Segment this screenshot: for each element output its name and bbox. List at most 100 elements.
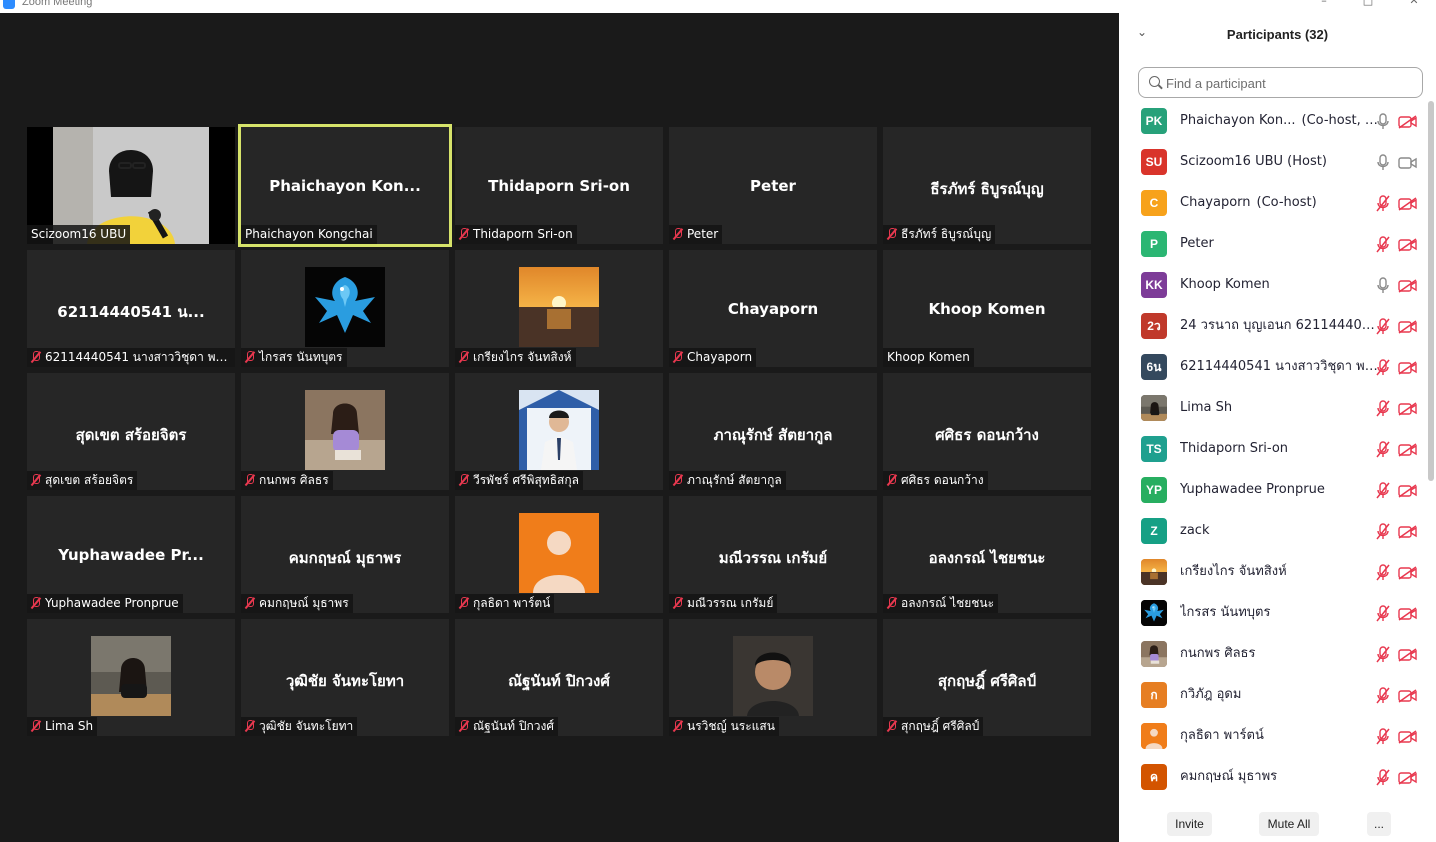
invite-button[interactable]: Invite [1167, 812, 1212, 836]
camera-off-icon[interactable] [1398, 729, 1417, 744]
microphone-muted-icon[interactable] [1376, 687, 1390, 704]
video-tile[interactable]: กุลธิดา พาร์ตน์ [455, 496, 663, 613]
camera-off-icon[interactable] [1398, 524, 1417, 539]
camera-off-icon[interactable] [1398, 196, 1417, 211]
camera-icon[interactable] [1398, 155, 1417, 169]
participant-name: กุลธิดา พาร์ตน์ [1180, 727, 1380, 745]
camera-off-icon[interactable] [1398, 401, 1417, 416]
video-tile[interactable]: เกรียงไกร จันทสิงห์ [455, 250, 663, 367]
mute-all-button[interactable]: Mute All [1259, 812, 1319, 836]
microphone-muted-icon[interactable] [1376, 605, 1390, 622]
video-tile[interactable]: สุดเขต สร้อยจิตร สุดเขต สร้อยจิตร [27, 373, 235, 490]
participant-row[interactable]: กนกพร ศิลธร [1119, 634, 1429, 675]
microphone-muted-icon[interactable] [1376, 359, 1390, 376]
participant-row[interactable]: P Peter [1119, 224, 1429, 265]
camera-off-icon[interactable] [1398, 319, 1417, 334]
mic-muted-icon [673, 597, 683, 609]
microphone-muted-icon[interactable] [1376, 400, 1390, 417]
video-tile[interactable]: Lima Sh [27, 619, 235, 736]
participant-row[interactable]: C Chayaporn (Co-host) [1119, 183, 1429, 224]
participant-row[interactable]: SU Scizoom16 UBU (Host) [1119, 142, 1429, 183]
tile-label-text: สุกฤษฎิ์ ศรีศิลป์ [901, 719, 980, 733]
avatar: ก [1141, 682, 1167, 708]
tile-label-text: Peter [687, 227, 719, 241]
video-tile[interactable]: กนกพร ศิลธร [241, 373, 449, 490]
camera-off-icon[interactable] [1398, 770, 1417, 785]
close-icon[interactable]: ✕ [1407, 0, 1421, 8]
video-tile[interactable]: Yuphawadee Pr... Yuphawadee Pronprue [27, 496, 235, 613]
video-tile[interactable]: Scizoom16 UBU [27, 127, 235, 244]
tile-name-label: Phaichayon Kongchai [241, 225, 377, 244]
video-tile[interactable]: มณีวรรณ เกรัมย์ มณีวรรณ เกรัมย์ [669, 496, 877, 613]
video-tile[interactable]: ไกรสร นันทบุตร [241, 250, 449, 367]
video-tile[interactable]: ณัฐนันท์ ปิกวงศ์ ณัฐนันท์ ปิกวงศ์ [455, 619, 663, 736]
participant-row[interactable]: 2ว 24 วรนาถ บุญเอนก 62114440288 [1119, 306, 1429, 347]
video-tile[interactable]: คมกฤษณ์ มุธาพร คมกฤษณ์ มุธาพร [241, 496, 449, 613]
participant-row[interactable]: ค คมกฤษณ์ มุธาพร [1119, 757, 1429, 798]
video-tile[interactable]: ธีรภัทร์ ธิบูรณ์บุญ ธีรภัทร์ ธิบูรณ์บุญ [883, 127, 1091, 244]
video-tile[interactable]: ศศิธร ดอนกว้าง ศศิธร ดอนกว้าง [883, 373, 1091, 490]
avatar: PK [1141, 108, 1167, 134]
camera-off-icon[interactable] [1398, 442, 1417, 457]
participant-row[interactable]: Zzack [1119, 511, 1429, 552]
microphone-icon[interactable] [1376, 154, 1390, 171]
video-gallery: Scizoom16 UBU Phaichayon Kon... Phaichayon… [0, 13, 1119, 842]
participant-row[interactable]: KK Khoop Komen [1119, 265, 1429, 306]
camera-off-icon[interactable] [1398, 606, 1417, 621]
microphone-muted-icon[interactable] [1376, 195, 1390, 212]
tile-name-label: นรวิชญ์ นระแสน [669, 717, 779, 736]
minimize-icon[interactable]: – [1317, 0, 1331, 8]
more-button[interactable]: ... [1367, 812, 1391, 836]
camera-off-icon[interactable] [1398, 360, 1417, 375]
participant-row[interactable]: Lima Sh [1119, 388, 1429, 429]
microphone-icon[interactable] [1376, 277, 1390, 294]
video-tile[interactable]: วุฒิชัย จันทะโยทา วุฒิชัย จันทะโยทา [241, 619, 449, 736]
participant-row[interactable]: ก กวิภัฎ อุดม [1119, 675, 1429, 716]
scrollbar[interactable] [1428, 101, 1434, 481]
video-tile[interactable]: อลงกรณ์ ไชยชนะ อลงกรณ์ ไชยชนะ [883, 496, 1091, 613]
microphone-muted-icon[interactable] [1376, 646, 1390, 663]
participant-row[interactable]: 6น 62114440541 นางสาววิชุดา พรมโส... [1119, 347, 1429, 388]
camera-off-icon[interactable] [1398, 565, 1417, 580]
video-tile[interactable]: ภาณุรักษ์ สัตยากูล ภาณุรักษ์ สัตยากูล [669, 373, 877, 490]
microphone-muted-icon[interactable] [1376, 482, 1390, 499]
video-tile[interactable]: Peter Peter [669, 127, 877, 244]
participant-row[interactable]: PK Phaichayon Kon... (Co-host, me) [1119, 101, 1429, 142]
participant-row[interactable]: TS Thidaporn Sri-on [1119, 429, 1429, 470]
microphone-muted-icon[interactable] [1376, 523, 1390, 540]
mic-muted-icon [459, 597, 469, 609]
participant-row[interactable]: กุลธิดา พาร์ตน์ [1119, 716, 1429, 757]
microphone-muted-icon[interactable] [1376, 564, 1390, 581]
video-tile[interactable]: Chayaporn Chayaporn [669, 250, 877, 367]
microphone-icon[interactable] [1376, 113, 1390, 130]
camera-off-icon[interactable] [1398, 114, 1417, 129]
participant-row[interactable]: ไกรสร นันทบุตร [1119, 593, 1429, 634]
microphone-muted-icon[interactable] [1376, 236, 1390, 253]
maximize-icon[interactable]: □ [1361, 0, 1375, 8]
participant-row[interactable]: เกรียงไกร จันทสิงห์ [1119, 552, 1429, 593]
microphone-muted-icon[interactable] [1376, 769, 1390, 786]
participant-row[interactable]: YP Yuphawadee Pronprue [1119, 470, 1429, 511]
camera-off-icon[interactable] [1398, 647, 1417, 662]
video-tile[interactable]: สุกฤษฎิ์ ศรีศิลป์ สุกฤษฎิ์ ศรีศิลป์ [883, 619, 1091, 736]
tile-name-label: Peter [669, 225, 723, 244]
window-title: Zoom Meeting [22, 0, 93, 8]
video-tile[interactable]: Khoop Komen Khoop Komen [883, 250, 1091, 367]
camera-off-icon[interactable] [1398, 278, 1417, 293]
microphone-muted-icon[interactable] [1376, 728, 1390, 745]
tile-name-label: วุฒิชัย จันทะโยทา [241, 717, 358, 736]
profile-picture [733, 636, 813, 716]
video-tile[interactable]: Phaichayon Kon... Phaichayon Kongchai [238, 124, 452, 247]
participant-search[interactable] [1138, 67, 1423, 98]
video-tile[interactable]: Thidaporn Sri-on Thidaporn Sri-on [455, 127, 663, 244]
profile-picture [91, 636, 171, 716]
microphone-muted-icon[interactable] [1376, 441, 1390, 458]
microphone-muted-icon[interactable] [1376, 318, 1390, 335]
camera-off-icon[interactable] [1398, 483, 1417, 498]
camera-off-icon[interactable] [1398, 688, 1417, 703]
video-tile[interactable]: นรวิชญ์ นระแสน [669, 619, 877, 736]
video-tile[interactable]: 62114440541 น... 62114440541 นางสาววิชุดา… [27, 250, 235, 367]
search-input[interactable] [1166, 72, 1416, 94]
video-tile[interactable]: วีรพัชร์ ศรีพิสุทธิสกุล [455, 373, 663, 490]
camera-off-icon[interactable] [1398, 237, 1417, 252]
